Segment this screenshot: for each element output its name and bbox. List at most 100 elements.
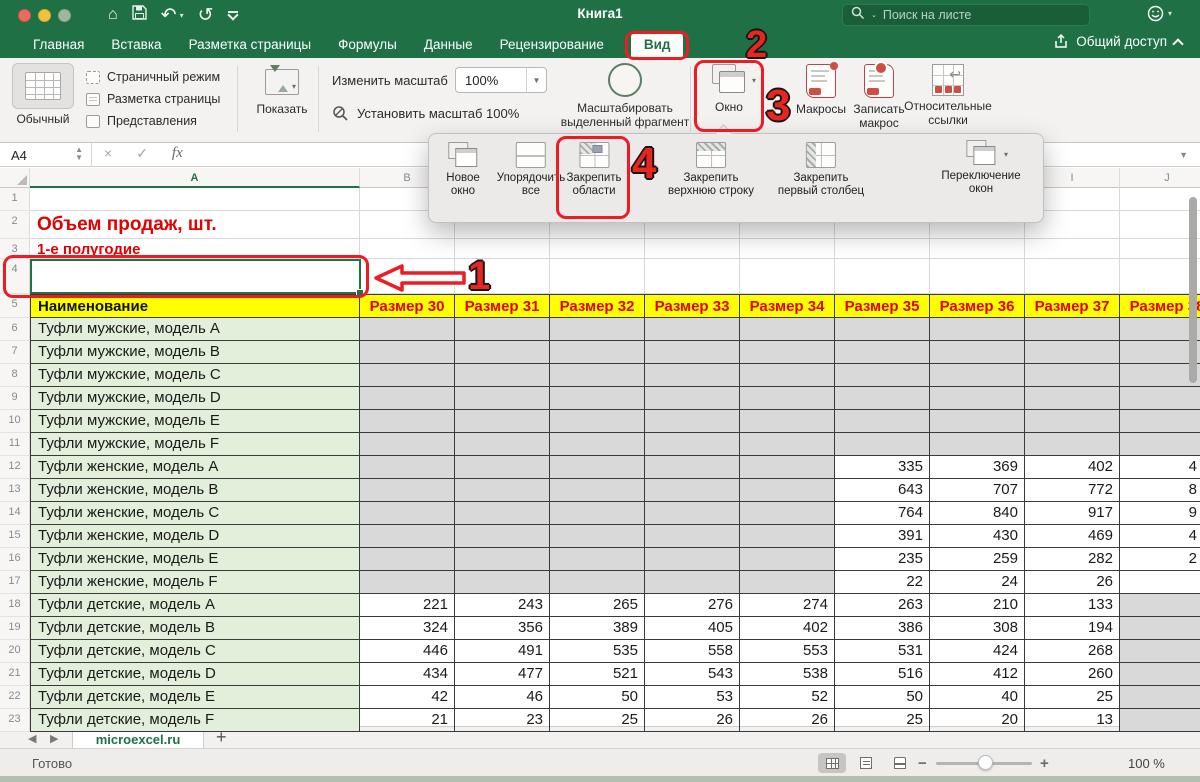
- cell-value[interactable]: 40: [930, 686, 1025, 709]
- cell-product-name[interactable]: Туфли женские, модель A: [30, 456, 360, 479]
- window-menu-button[interactable]: ▾ Окно: [702, 64, 756, 115]
- cell-value[interactable]: 8: [1120, 479, 1200, 502]
- cell-product-name[interactable]: Туфли детские, модель C: [30, 640, 360, 663]
- cell-value[interactable]: [455, 479, 550, 502]
- cell-value[interactable]: [360, 341, 455, 364]
- cell-product-name[interactable]: Туфли женские, модель E: [30, 548, 360, 571]
- cell-value[interactable]: [360, 479, 455, 502]
- cell-value[interactable]: 369: [930, 456, 1025, 479]
- cell-value[interactable]: [740, 479, 835, 502]
- cell-value[interactable]: [645, 548, 740, 571]
- cell-product-name[interactable]: Туфли женские, модель B: [30, 479, 360, 502]
- cell-value[interactable]: [930, 318, 1025, 341]
- cell-value[interactable]: 259: [930, 548, 1025, 571]
- cell-value[interactable]: 194: [1025, 617, 1120, 640]
- cell-value[interactable]: [455, 410, 550, 433]
- row-header-9[interactable]: 9: [0, 387, 30, 410]
- cell-size-header[interactable]: Размер 34: [740, 294, 835, 318]
- custom-views-button[interactable]: Представления: [86, 110, 220, 132]
- cell-empty[interactable]: [1120, 239, 1200, 259]
- cell-product-name[interactable]: Туфли мужские, модель A: [30, 318, 360, 341]
- cell-header-name[interactable]: Наименование: [30, 294, 360, 318]
- row-header-18[interactable]: 18: [0, 594, 30, 617]
- cell-value[interactable]: [930, 341, 1025, 364]
- cell-value[interactable]: [835, 364, 930, 387]
- cell-value[interactable]: 707: [930, 479, 1025, 502]
- cell-value[interactable]: 538: [740, 663, 835, 686]
- zoom-combobox[interactable]: 100% ▼: [455, 67, 547, 93]
- cell-value[interactable]: [645, 410, 740, 433]
- new-window-menu-item[interactable]: Новоеокно: [446, 142, 479, 198]
- zoom-in-button[interactable]: +: [1040, 755, 1049, 772]
- name-box-stepper[interactable]: ▲▼: [75, 146, 83, 162]
- cell-value[interactable]: [740, 410, 835, 433]
- cell-value[interactable]: 840: [930, 502, 1025, 525]
- cell-value[interactable]: [455, 387, 550, 410]
- cell-value[interactable]: [645, 433, 740, 456]
- column-header-J[interactable]: J: [1120, 168, 1200, 188]
- cell-subtitle[interactable]: 1-е полугодие: [30, 239, 360, 259]
- cell-value[interactable]: [740, 387, 835, 410]
- row-header-5[interactable]: 5: [0, 294, 30, 318]
- cell-product-name[interactable]: Туфли женские, модель D: [30, 525, 360, 548]
- row-header-23[interactable]: 23: [0, 709, 30, 732]
- cell-value[interactable]: [835, 318, 930, 341]
- cell-value[interactable]: [455, 433, 550, 456]
- cell-value[interactable]: 469: [1025, 525, 1120, 548]
- cell-value[interactable]: 405: [645, 617, 740, 640]
- cell-value[interactable]: 263: [835, 594, 930, 617]
- row-header-2[interactable]: 2: [0, 211, 30, 239]
- row-header-15[interactable]: 15: [0, 525, 30, 548]
- freeze-first-column-menu-item[interactable]: Закрепитьпервый столбец: [778, 142, 864, 198]
- cell-value[interactable]: [360, 364, 455, 387]
- cell-value[interactable]: 308: [930, 617, 1025, 640]
- cell-value[interactable]: 386: [835, 617, 930, 640]
- cell-value[interactable]: 516: [835, 663, 930, 686]
- cell-size-header[interactable]: Размер 38: [1120, 294, 1200, 318]
- cell-value[interactable]: [645, 318, 740, 341]
- cell-value[interactable]: 133: [1025, 594, 1120, 617]
- zoom-out-button[interactable]: −: [918, 755, 927, 772]
- cancel-entry-icon[interactable]: ×: [104, 145, 112, 162]
- cell-value[interactable]: 324: [360, 617, 455, 640]
- cell-value[interactable]: [1120, 686, 1200, 709]
- cell-value[interactable]: 491: [455, 640, 550, 663]
- cell-value[interactable]: [740, 456, 835, 479]
- cell-value[interactable]: 210: [930, 594, 1025, 617]
- cell-empty[interactable]: [740, 239, 835, 259]
- cell-value[interactable]: [1025, 318, 1120, 341]
- cell-value[interactable]: [1025, 433, 1120, 456]
- cell-value[interactable]: [550, 502, 645, 525]
- cell-product-name[interactable]: Туфли детские, модель D: [30, 663, 360, 686]
- row-header-14[interactable]: 14: [0, 502, 30, 525]
- cell-value[interactable]: [740, 571, 835, 594]
- cell-empty[interactable]: [550, 259, 645, 294]
- feedback-smiley-icon[interactable]: ▾: [1147, 5, 1172, 22]
- cell-value[interactable]: 335: [835, 456, 930, 479]
- cell-value[interactable]: 276: [645, 594, 740, 617]
- cell-empty[interactable]: [1120, 259, 1200, 294]
- relative-references-button[interactable]: ↩ Относительныессылки: [902, 64, 994, 127]
- cell-value[interactable]: 24: [930, 571, 1025, 594]
- cell-product-name[interactable]: Туфли детские, модель B: [30, 617, 360, 640]
- tab-главная[interactable]: Главная: [33, 37, 84, 52]
- cell-value[interactable]: [360, 318, 455, 341]
- cell-value[interactable]: 235: [835, 548, 930, 571]
- row-header-11[interactable]: 11: [0, 433, 30, 456]
- row-header-8[interactable]: 8: [0, 364, 30, 387]
- cell-value[interactable]: [1025, 410, 1120, 433]
- cell-empty[interactable]: [1025, 239, 1120, 259]
- cell-value[interactable]: [550, 479, 645, 502]
- cell-value[interactable]: [455, 548, 550, 571]
- switch-windows-menu-item[interactable]: ▾ Переключениеокон: [941, 140, 1020, 196]
- search-input[interactable]: ⌄ Поиск на листе: [842, 4, 1090, 26]
- insert-function-icon[interactable]: fx: [172, 145, 183, 162]
- cell-value[interactable]: [1120, 387, 1200, 410]
- cell-value[interactable]: [455, 364, 550, 387]
- collapse-ribbon-icon[interactable]: [1172, 38, 1183, 49]
- cell-product-name[interactable]: Туфли женские, модель C: [30, 502, 360, 525]
- tab-вставка[interactable]: Вставка: [111, 37, 161, 52]
- cell-value[interactable]: [740, 502, 835, 525]
- row-header-10[interactable]: 10: [0, 410, 30, 433]
- cell-value[interactable]: [455, 525, 550, 548]
